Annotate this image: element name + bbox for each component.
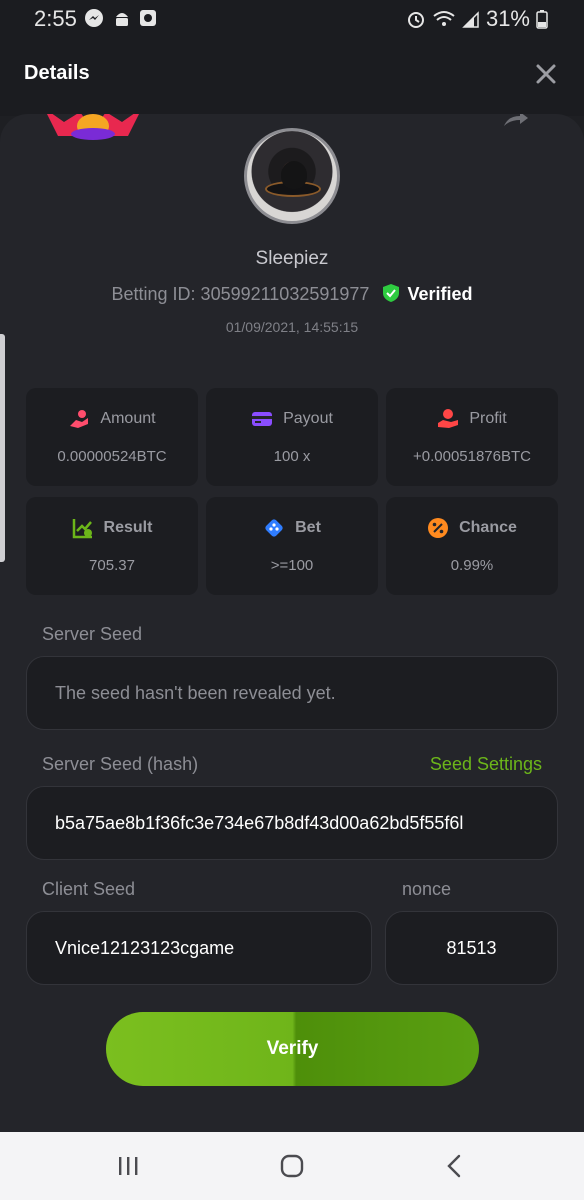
avatar-food <box>281 161 307 189</box>
chart-check-icon <box>72 519 92 539</box>
wifi-icon <box>433 11 455 26</box>
android-icon <box>116 13 128 26</box>
signal-icon <box>462 11 479 28</box>
stat-value: 0.99% <box>450 557 494 574</box>
battery-percent: 31% <box>485 6 530 31</box>
screen-record-icon <box>140 10 156 26</box>
timestamp: 01/09/2021, 14:55:15 <box>225 319 359 335</box>
stat-label: Chance <box>459 519 517 536</box>
avatar <box>244 128 340 224</box>
betting-id: Betting ID: 30599211032591977 <box>111 284 370 304</box>
home-icon[interactable] <box>277 1152 307 1180</box>
stat-value: 0.00000524BTC <box>57 448 167 465</box>
verified-shield-icon <box>383 284 400 302</box>
status-time: 2:55 <box>34 6 77 31</box>
percent-icon <box>428 518 449 538</box>
stat-label: Bet <box>295 519 321 536</box>
betting-id-row: Betting ID: 30599211032591977 Verified <box>0 283 584 305</box>
battery-icon <box>536 10 548 29</box>
verified-label: Verified <box>407 284 473 304</box>
stat-card-profit: Profit +0.00051876BTC <box>386 388 558 486</box>
details-header: Details <box>0 36 584 116</box>
alarm-icon <box>407 12 424 28</box>
page-title: Details <box>24 62 90 84</box>
stat-card-result: Result 705.37 <box>26 497 198 595</box>
vip-badge-icon <box>47 114 139 140</box>
stat-label: Amount <box>100 410 156 427</box>
username: Sleepiez <box>255 248 329 269</box>
hand-coin-icon <box>70 410 89 428</box>
edge-panel-handle[interactable] <box>0 334 5 562</box>
status-bar: 2:55 31% <box>0 0 584 36</box>
stat-label: Result <box>103 519 153 536</box>
system-nav-bar <box>0 1132 584 1200</box>
hand-profit-icon <box>438 409 459 428</box>
bet-details-sheet: Sleepiez Betting ID: 30599211032591977 V… <box>0 114 584 1132</box>
server-seed-hash-label: Server Seed (hash) <box>42 754 199 774</box>
nonce-label: nonce <box>402 879 452 899</box>
nonce-field[interactable]: 81513 <box>385 911 558 985</box>
server-seed-field: The seed hasn't been revealed yet. <box>26 656 558 730</box>
stat-value: >=100 <box>270 557 314 574</box>
stat-card-payout: Payout 100 x <box>206 388 378 486</box>
dice-icon <box>265 519 283 537</box>
stat-label: Profit <box>469 410 507 427</box>
client-seed-field[interactable]: Vnice12123123cgame <box>26 911 372 985</box>
stat-value: 705.37 <box>89 557 135 574</box>
seed-settings-link[interactable]: Seed Settings <box>430 754 542 775</box>
stat-value: 100 x <box>273 448 311 465</box>
stat-card-amount: Amount 0.00000524BTC <box>26 388 198 486</box>
server-seed-label: Server Seed <box>42 624 143 644</box>
stat-label: Payout <box>283 410 333 427</box>
status-right: 31% <box>406 6 548 32</box>
messenger-icon <box>85 9 103 27</box>
verify-button[interactable]: Verify <box>106 1012 479 1086</box>
stat-value: +0.00051876BTC <box>412 448 531 465</box>
recent-apps-icon[interactable] <box>114 1152 144 1180</box>
server-seed-hash-field[interactable]: b5a75ae8b1f36fc3e734e67b8df43d00a62bd5f5… <box>26 786 558 860</box>
client-seed-label: Client Seed <box>42 879 136 899</box>
back-icon[interactable] <box>440 1152 470 1180</box>
share-icon[interactable] <box>500 114 528 128</box>
close-icon[interactable] <box>532 60 560 88</box>
stat-card-chance: Chance 0.99% <box>386 497 558 595</box>
card-icon <box>252 412 273 426</box>
stat-card-bet: Bet >=100 <box>206 497 378 595</box>
